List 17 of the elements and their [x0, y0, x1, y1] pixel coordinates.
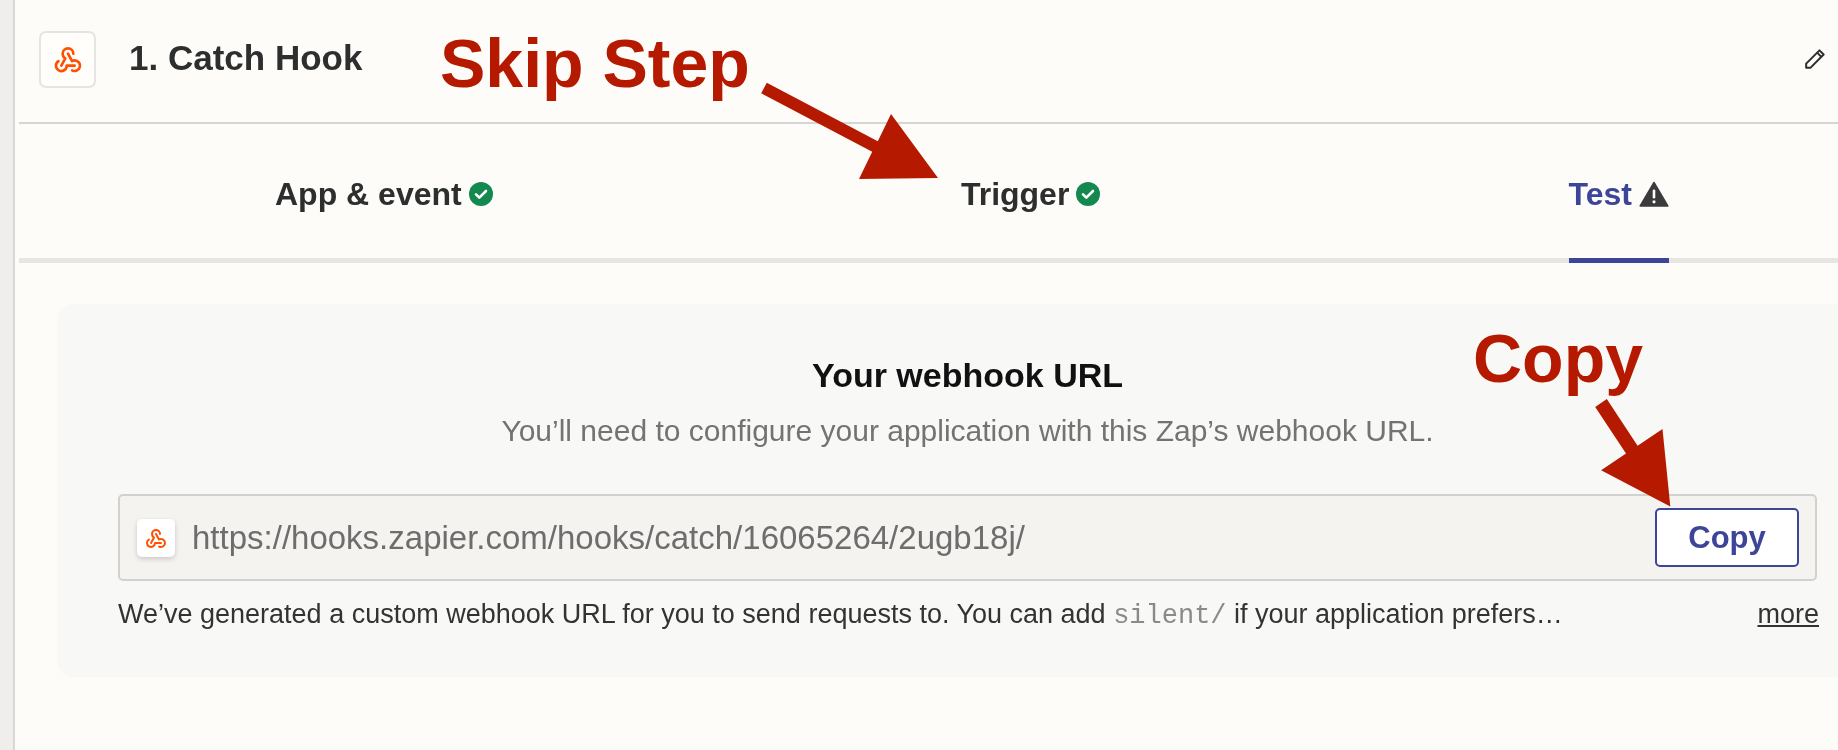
- more-link[interactable]: more: [1757, 596, 1819, 632]
- pencil-icon[interactable]: [1805, 48, 1826, 69]
- step-title: 1. Catch Hook: [129, 37, 363, 79]
- tab[interactable]: Test: [1568, 175, 1669, 263]
- help-text: We’ve generated a custom webhook URL for you to send requests to. You can add silent/ if your application prefers…: [118, 598, 1563, 633]
- warning-icon: [1639, 181, 1669, 207]
- check-circle-icon: [468, 182, 493, 206]
- tab[interactable]: App & event: [275, 175, 493, 263]
- webhook-icon: [39, 30, 96, 88]
- copy-button[interactable]: Copy: [1655, 508, 1799, 567]
- url-field[interactable]: https://hooks.zapier.com/hooks/catch/16065264/2ugb18j/ Copy: [118, 494, 1817, 581]
- card-description: You’ll need to configure your application with this Zap’s webhook URL.: [501, 413, 1434, 449]
- webhook-icon: [137, 518, 175, 557]
- tab[interactable]: Trigger: [960, 175, 1101, 263]
- check-circle-icon: [1076, 182, 1101, 206]
- url-text: https://hooks.zapier.com/hooks/catch/16065264/2ugb18j/: [192, 517, 1025, 558]
- card-heading: Your webhook URL: [812, 355, 1123, 395]
